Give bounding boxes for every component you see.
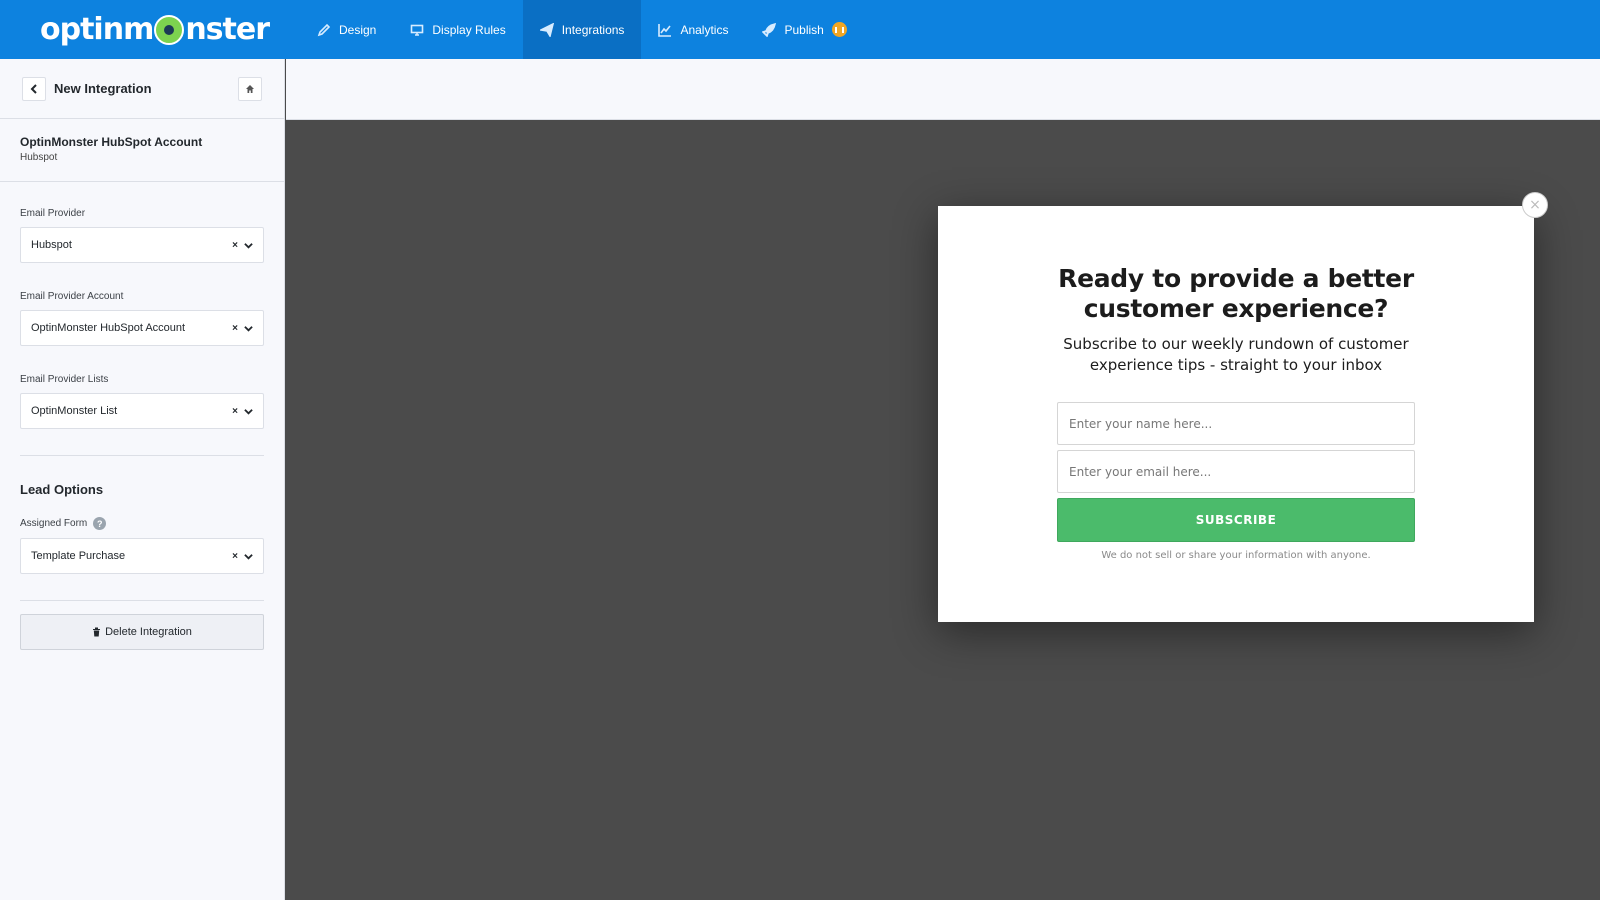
provider-account-field: Email Provider Account OptinMonster HubS… (0, 291, 284, 346)
section-divider (20, 455, 264, 456)
chevron-down-icon (244, 553, 253, 560)
provider-account-label: Email Provider Account (20, 291, 124, 302)
monster-eye-icon (154, 14, 185, 45)
email-provider-label: Email Provider (20, 208, 86, 219)
provider-lists-field: Email Provider Lists OptinMonster List × (0, 374, 284, 429)
assigned-form-select[interactable]: Template Purchase × (20, 538, 264, 574)
preview-toolbar (286, 59, 1600, 120)
email-input[interactable] (1057, 450, 1415, 493)
integration-sidebar: New Integration OptinMonster HubSpot Acc… (0, 59, 285, 900)
subscribe-button[interactable]: SUBSCRIBE (1057, 498, 1415, 542)
tab-publish[interactable]: Publish (745, 0, 863, 59)
rocket-icon (762, 22, 777, 37)
chart-line-icon (658, 23, 672, 37)
popup-subheadline: Subscribe to our weekly rundown of custo… (1063, 335, 1409, 374)
provider-account-select[interactable]: OptinMonster HubSpot Account × (20, 310, 264, 346)
assigned-form-field: Assigned Form ? Template Purchase × (0, 517, 284, 574)
name-input[interactable] (1057, 402, 1415, 445)
pencil-icon (317, 23, 331, 37)
provider-lists-label: Email Provider Lists (20, 374, 109, 385)
trash-icon (93, 627, 101, 637)
sidebar-header: New Integration (0, 59, 284, 119)
chevron-down-icon (244, 242, 253, 249)
chevron-left-icon (30, 83, 37, 94)
back-button[interactable] (22, 76, 46, 101)
clear-icon[interactable]: × (232, 406, 238, 417)
email-provider-field: Email Provider Hubspot × (0, 208, 284, 263)
section-divider (20, 600, 264, 601)
tab-analytics[interactable]: Analytics (641, 0, 745, 59)
clear-icon[interactable]: × (232, 240, 238, 251)
paper-plane-icon (539, 22, 554, 37)
sidebar-title: New Integration (54, 81, 152, 96)
clear-icon[interactable]: × (232, 551, 238, 562)
paused-status-badge (831, 22, 847, 37)
account-name: OptinMonster HubSpot Account (20, 135, 203, 149)
lead-options-heading: Lead Options (20, 482, 104, 497)
privacy-note: We do not sell or share your information… (1101, 550, 1371, 561)
tab-display-rules[interactable]: Display Rules (393, 0, 522, 59)
top-bar: optinm nster Design Display Rules Integra… (0, 0, 1600, 59)
home-icon (246, 85, 254, 93)
chevron-down-icon (244, 408, 253, 415)
email-provider-select[interactable]: Hubspot × (20, 227, 264, 263)
home-button[interactable] (238, 77, 262, 101)
monitor-icon (410, 23, 424, 37)
tab-integrations[interactable]: Integrations (522, 0, 642, 59)
optin-popup: × Ready to provide a better customer exp… (938, 192, 1548, 622)
assigned-form-label: Assigned Form ? (20, 517, 264, 530)
chevron-down-icon (244, 325, 253, 332)
optinmonster-logo[interactable]: optinm nster (0, 0, 300, 59)
provider-lists-select[interactable]: OptinMonster List × (20, 393, 264, 429)
account-summary: OptinMonster HubSpot Account Hubspot (0, 119, 284, 182)
help-icon[interactable]: ? (93, 517, 107, 530)
popup-headline: Ready to provide a better customer exper… (1058, 264, 1414, 323)
close-icon[interactable]: × (1522, 192, 1548, 218)
tab-design[interactable]: Design (300, 0, 393, 59)
main-nav: Design Display Rules Integrations Analyt… (300, 0, 864, 59)
account-type: Hubspot (20, 152, 58, 163)
clear-icon[interactable]: × (232, 323, 238, 334)
delete-integration-button[interactable]: Delete Integration (20, 614, 264, 650)
